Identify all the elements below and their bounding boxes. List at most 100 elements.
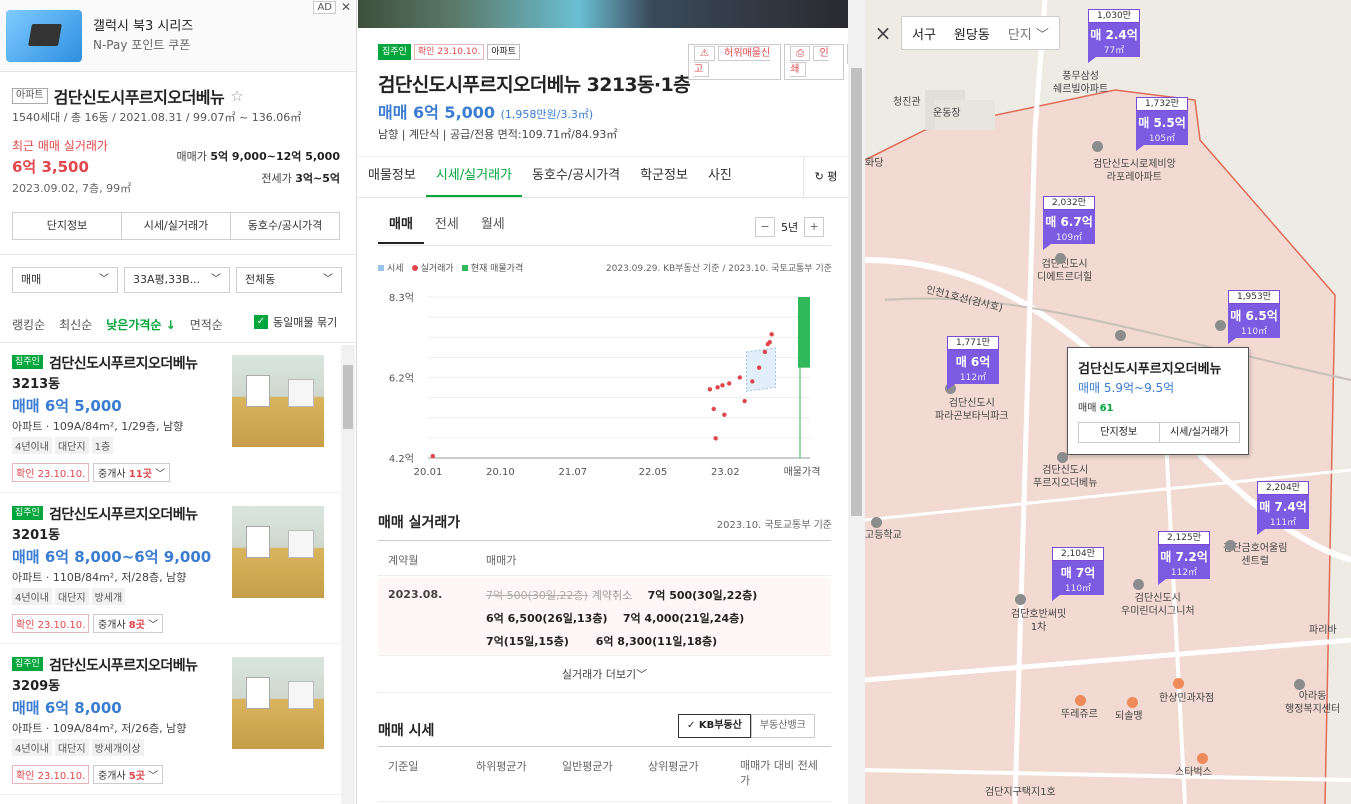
print-icon: ⎙: [790, 46, 811, 61]
complex-button-row: 단지정보 시세/실거래가 동호수/공시가격: [12, 212, 340, 240]
listing-item[interactable]: 집주인 검단신도시푸르지오더베뉴 3213동 매매 6억 5,000 아파트 ·…: [0, 343, 341, 493]
sale-label: 매매가: [176, 150, 207, 163]
trade-entry: 6억 6,500(26일,13층): [486, 612, 608, 625]
trade-month: 2023.08.: [388, 588, 443, 601]
price-marker[interactable]: 2,125만 매 7.2억 112㎡: [1158, 531, 1210, 585]
price-marker[interactable]: 2,104만 매 7억 110㎡: [1052, 547, 1104, 601]
sort-ranking[interactable]: 랭킹순: [12, 316, 45, 333]
subtab-jeonse[interactable]: 전세: [424, 213, 470, 244]
period-plus-button[interactable]: +: [804, 217, 825, 237]
trade-line: 7억(15일,15층) 6억 8,300(11일,18층): [486, 633, 717, 649]
tab-kb[interactable]: ✓ KB부동산: [678, 714, 751, 738]
listing-item[interactable]: 집주인 검단신도시푸르지오더베뉴 3209동 매매 6억 8,000 아파트 ·…: [0, 645, 341, 795]
area-select[interactable]: 33A평,33B... ﹀: [124, 267, 230, 293]
marker-price: 매 7억: [1060, 566, 1096, 580]
area-unit-toggle[interactable]: ↻ 평: [803, 157, 848, 198]
sort-latest[interactable]: 최신순: [59, 316, 92, 333]
owner-badge: 집주인: [12, 355, 43, 369]
x-tick-label: 매물가격: [784, 465, 821, 478]
listing-item[interactable]: 집주인 검단신도시푸르지오더베뉴 3201동 매매 6억 8,000~6억 9,…: [0, 494, 341, 644]
same-listing-merge-checkbox[interactable]: ✓ 동일매물 묶기: [254, 314, 337, 330]
detail-photo-strip[interactable]: [358, 0, 848, 28]
dong-select[interactable]: 전체동 ﹀: [236, 267, 342, 293]
unit-price-button[interactable]: 동호수/공시가격: [231, 213, 339, 239]
listing-desc: 아파트 · 109A/84m², 저/26층, 남향: [12, 722, 187, 735]
price-marker[interactable]: 1,771만 매 6억 112㎡: [947, 336, 999, 390]
price-marker[interactable]: 1,030만 매 2.4억 77㎡: [1088, 9, 1140, 63]
breadcrumb-district[interactable]: 서구: [912, 24, 936, 43]
sort-low-price[interactable]: 낮은가격순 ↓: [106, 316, 175, 333]
detail-badges: 집주인 확인 23.10.10. 아파트: [378, 44, 521, 60]
trade-type-select[interactable]: 매매 ﹀: [12, 267, 118, 293]
ad-title[interactable]: 갤럭시 북3 시리즈: [93, 15, 193, 34]
complex-info-button[interactable]: 단지정보: [13, 213, 122, 239]
confirm-date-badge: 확인 23.10.10.: [413, 44, 485, 60]
map-poi-icon: [1115, 330, 1126, 341]
ad-banner[interactable]: 갤럭시 북3 시리즈 N-Pay 포인트 쿠폰 AD ✕: [0, 0, 356, 72]
price-marker[interactable]: 2,032만 매 6.7억 109㎡: [1043, 196, 1095, 250]
tab-bank[interactable]: 부동산뱅크: [750, 714, 815, 738]
listing-dong: 3201동: [12, 528, 61, 543]
favorite-star-icon[interactable]: ☆: [230, 87, 243, 105]
ad-subtitle[interactable]: N-Pay 포인트 쿠폰: [93, 36, 190, 53]
detail-scrollbar[interactable]: [848, 0, 865, 804]
map-label: 풍무삼성 쉐르빌아파트: [1053, 71, 1109, 95]
detail-title: 검단신도시푸르지오더베뉴 3213동·1층: [378, 74, 691, 96]
map-label: 한상민과자점: [1159, 693, 1215, 704]
popup-complex-info-button[interactable]: 단지정보: [1079, 423, 1160, 442]
area-value: 33A평,33B...: [133, 273, 201, 286]
agent-count-dropdown[interactable]: 중개사 5곳 ﹀: [93, 765, 164, 784]
map-label: 고등학교: [865, 530, 902, 541]
scrollbar-thumb[interactable]: [851, 68, 862, 516]
subtab-monthly[interactable]: 월세: [470, 213, 516, 244]
marker-unit-price: 1,030만: [1088, 9, 1140, 23]
chart-source: 2023.09.29. KB부동산 기준 / 2023.10. 국토교통부 기준: [605, 264, 832, 274]
confirm-date-badge: 확인 23.10.10.: [12, 765, 90, 784]
price-marker[interactable]: 1,732만 매 5.5억 105㎡: [1136, 97, 1188, 151]
ad-close-icon[interactable]: ✕: [341, 0, 351, 14]
agent-count-dropdown[interactable]: 중개사 11곳 ﹀: [93, 463, 171, 482]
listing-photo[interactable]: [232, 657, 324, 749]
price-history-button[interactable]: 시세/실거래가: [122, 213, 231, 239]
trade-entry: 7억 500(30일,22층): [647, 589, 758, 602]
report-button[interactable]: ⚠ 허위매물신고: [688, 44, 782, 80]
same-merge-label: 동일매물 묶기: [273, 316, 338, 329]
popup-count-label: 매매: [1078, 403, 1097, 414]
map-label: 뚜레쥬르: [1061, 709, 1098, 720]
marker-box: 매 6억 112㎡: [947, 350, 999, 384]
legend-market: 시세: [378, 261, 404, 274]
listing-photo[interactable]: [232, 355, 324, 447]
ad-thumbnail[interactable]: [6, 10, 82, 62]
tab-listing-info[interactable]: 매물정보: [358, 157, 426, 197]
cancel-label: 계약취소: [591, 589, 633, 602]
price-chart[interactable]: 8.3억 6.2억 4.2억20.01 20.10 21.07 22.05 23.02 매물가…: [378, 285, 833, 480]
series-market-band: [746, 347, 777, 392]
more-trades-button[interactable]: 실거래가 더보기﹀: [378, 661, 831, 693]
tab-school[interactable]: 학군정보: [630, 157, 698, 197]
trade-line: 6억 6,500(26일,13층) 7억 4,000(21일,24층): [486, 610, 744, 626]
price-marker[interactable]: 2,204만 매 7.4억 111㎡: [1257, 481, 1309, 535]
tab-price-history[interactable]: 시세/실거래가: [425, 157, 522, 197]
agent-count-dropdown[interactable]: 중개사 8곳 ﹀: [93, 614, 164, 633]
listing-photo[interactable]: [232, 506, 324, 598]
tab-unit-price[interactable]: 동호수/공시가격: [522, 157, 630, 197]
listing-scrollbar[interactable]: [341, 345, 355, 804]
listing-price: 매매 6억 8,000: [12, 699, 122, 717]
close-icon[interactable]: ×: [865, 16, 901, 50]
breadcrumb-dong[interactable]: 원당동: [954, 24, 990, 43]
tab-photos[interactable]: 사진: [698, 157, 742, 197]
subtab-sale[interactable]: 매매: [378, 213, 424, 244]
price-marker[interactable]: 1,953만 매 6.5억 110㎡: [1228, 290, 1280, 344]
breadcrumb-complex[interactable]: 단지 ﹀: [1008, 24, 1049, 43]
marker-area: 111㎡: [1269, 518, 1297, 528]
period-minus-button[interactable]: −: [755, 217, 775, 237]
print-button[interactable]: ⎙ 인쇄: [784, 44, 844, 80]
marker-area: 112㎡: [1170, 568, 1198, 578]
listing-price: 매매 6억 8,000~6억 9,000: [12, 548, 212, 566]
sort-area[interactable]: 면적순: [190, 316, 223, 333]
popup-price-history-button[interactable]: 시세/실거래가: [1160, 423, 1240, 442]
checkbox-checked-icon[interactable]: ✓: [254, 315, 268, 329]
map-view[interactable]: × 서구 원당동 단지 ﹀ 풍무삼성 쉐르빌아파트 검단신도시로제비앙 라포레아파트…: [865, 0, 1351, 804]
scrollbar-thumb[interactable]: [343, 365, 353, 429]
complex-popup[interactable]: 검단신도시푸르지오더베뉴 매매 5.9억~9.5억 매매 61 단지정보 시세/…: [1067, 347, 1249, 455]
